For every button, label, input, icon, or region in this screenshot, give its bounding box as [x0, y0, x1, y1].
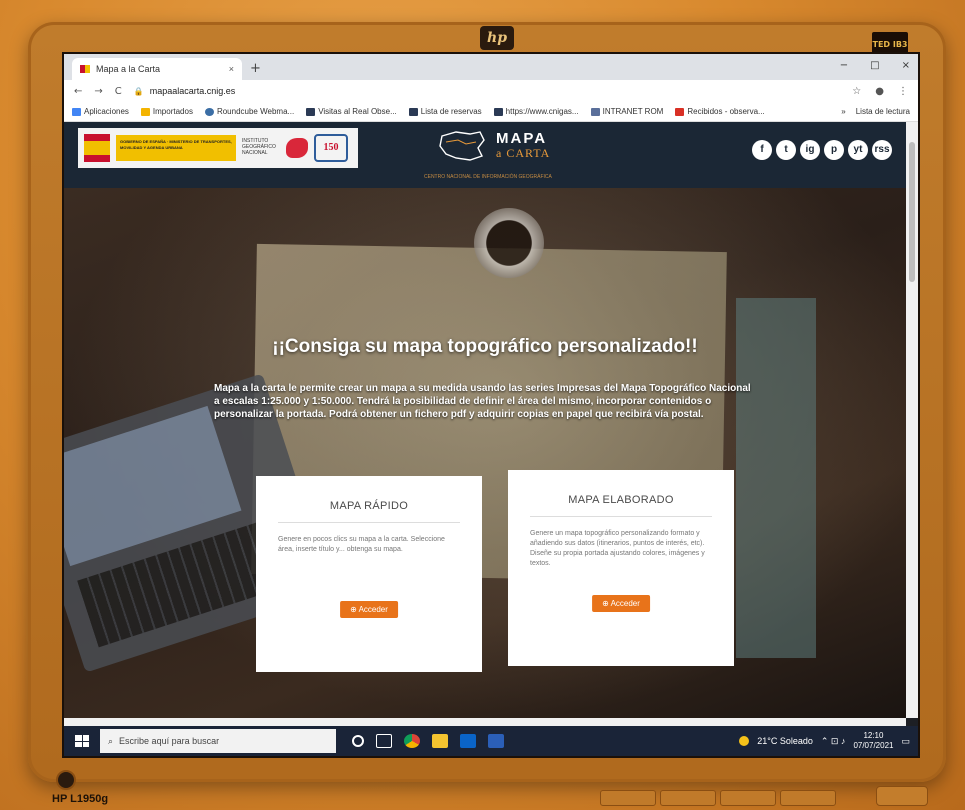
- bookmark-item[interactable]: INTRANET ROM: [590, 107, 663, 116]
- forward-button[interactable]: →: [94, 86, 102, 97]
- tab-bar: Mapa a la Carta × + − □ ×: [64, 54, 918, 80]
- hero-title: ¡¡Consiga su mapa topográfico personaliz…: [272, 336, 698, 357]
- close-window-button[interactable]: ×: [902, 60, 910, 71]
- screen: Mapa a la Carta × + − □ × ← → C 🔒 mapaal…: [62, 52, 920, 758]
- browser-tab[interactable]: Mapa a la Carta ×: [72, 58, 242, 80]
- lock-icon: 🔒: [133, 86, 144, 96]
- website: GOBIERNO DE ESPAÑA · MINISTERIO DE TRANS…: [64, 122, 906, 718]
- star-icon[interactable]: ☆: [852, 86, 861, 97]
- card-title: MAPA RÁPIDO: [329, 500, 409, 512]
- minimize-button[interactable]: −: [840, 60, 848, 71]
- profile-icon[interactable]: ●: [875, 86, 884, 97]
- tray-icons[interactable]: ⌃ ⊡ ♪: [821, 736, 846, 747]
- clock-time: 12:10: [863, 731, 884, 740]
- outlook-icon[interactable]: [460, 734, 476, 748]
- site-brand[interactable]: MAPA a CARTA: [436, 128, 550, 164]
- monitor-button[interactable]: [720, 790, 776, 806]
- hero-description: Mapa a la carta le permite crear un mapa…: [214, 383, 751, 420]
- monitor-button[interactable]: [780, 790, 836, 806]
- rss-icon[interactable]: rss: [872, 140, 892, 160]
- monitor-button[interactable]: [660, 790, 716, 806]
- brand-tagline: CENTRO NACIONAL DE INFORMACIÓN GEOGRÁFIC…: [424, 174, 552, 180]
- facebook-icon[interactable]: f: [752, 140, 772, 160]
- clock-date: 07/07/2021: [853, 741, 894, 750]
- youtube-icon[interactable]: yt: [848, 140, 868, 160]
- card-mapa-elaborado: MAPA ELABORADO Genere un mapa topográfic…: [508, 470, 734, 666]
- bookmarks-bar: Aplicaciones Importados Roundcube Webma.…: [64, 102, 918, 122]
- bookmarks-right: » Lista de lectura: [841, 107, 910, 116]
- url-text: mapaalacarta.cnig.es: [149, 86, 236, 96]
- spain-map-icon: [439, 131, 485, 161]
- site-header: GOBIERNO DE ESPAÑA · MINISTERIO DE TRANS…: [64, 122, 906, 188]
- brand-title: MAPA a CARTA: [496, 130, 551, 160]
- brand-subtitle: a CARTA: [496, 146, 551, 160]
- acceder-rapido-button[interactable]: ⊕ Acceder: [340, 601, 398, 618]
- cortana-icon[interactable]: [352, 735, 364, 747]
- address-bar: ← → C 🔒 mapaalacarta.cnig.es ☆ ● ⋮: [64, 80, 918, 102]
- spain-coat-icon: [84, 134, 110, 162]
- search-placeholder: Escribe aquí para buscar: [119, 736, 220, 746]
- maximize-button[interactable]: □: [870, 60, 879, 71]
- tab-close-icon[interactable]: ×: [229, 64, 234, 74]
- social-links: f t ig p yt rss: [752, 140, 892, 160]
- ministry-logo: GOBIERNO DE ESPAÑA · MINISTERIO DE TRANS…: [116, 135, 236, 161]
- taskbar: ⌕ Escribe aquí para buscar 21°C Soleado …: [64, 726, 918, 756]
- card-title: MAPA ELABORADO: [568, 494, 674, 506]
- system-tray: 21°C Soleado ⌃ ⊡ ♪ 12:10 07/07/2021 ▭: [739, 731, 918, 751]
- card-text: Genere un mapa topográfico personalizand…: [530, 530, 705, 567]
- card-text: Genere en pocos clics su mapa a la carta…: [278, 536, 445, 553]
- cnig-logo-icon: [286, 138, 308, 158]
- acceder-elaborado-button[interactable]: ⊕ Acceder: [592, 595, 650, 612]
- twitter-icon[interactable]: t: [776, 140, 796, 160]
- monitor-button[interactable]: [600, 790, 656, 806]
- more-bookmarks-button[interactable]: »: [841, 107, 845, 116]
- start-button[interactable]: [70, 732, 94, 750]
- bookmark-item[interactable]: Importados: [140, 107, 193, 116]
- word-icon[interactable]: [488, 734, 504, 748]
- tab-title: Mapa a la Carta: [96, 64, 161, 74]
- government-logos[interactable]: GOBIERNO DE ESPAÑA · MINISTERIO DE TRANS…: [78, 128, 358, 168]
- vertical-scrollbar[interactable]: [906, 122, 918, 718]
- menu-icon[interactable]: ⋮: [898, 86, 908, 97]
- task-view-icon[interactable]: [376, 734, 392, 748]
- bookmark-item[interactable]: Aplicaciones: [72, 107, 129, 116]
- reading-list-button[interactable]: Lista de lectura: [856, 107, 910, 116]
- reload-button[interactable]: C: [115, 86, 122, 97]
- search-icon: ⌕: [108, 735, 114, 746]
- url-field[interactable]: 🔒 mapaalacarta.cnig.es: [134, 86, 841, 96]
- monitor-model: HP L1950g: [52, 793, 109, 805]
- anniversary-logo: 150: [314, 134, 348, 162]
- hero-section: ¡¡Consiga su mapa topográfico personaliz…: [64, 188, 906, 718]
- taskbar-search[interactable]: ⌕ Escribe aquí para buscar: [100, 729, 336, 753]
- browser-actions: ☆ ● ⋮: [852, 86, 908, 97]
- power-button[interactable]: [876, 786, 928, 806]
- favicon-icon: [80, 65, 90, 73]
- weather-text[interactable]: 21°C Soleado: [757, 736, 813, 746]
- horizontal-scrollbar[interactable]: [64, 718, 906, 726]
- clock[interactable]: 12:10 07/07/2021: [853, 731, 893, 751]
- pinterest-icon[interactable]: p: [824, 140, 844, 160]
- sun-icon: [739, 736, 750, 746]
- hp-round-logo: [56, 770, 76, 790]
- ign-logo: INSTITUTO GEOGRÁFICO NACIONAL: [242, 138, 276, 156]
- file-explorer-icon[interactable]: [432, 734, 448, 748]
- monitor-buttons: [600, 790, 836, 806]
- back-button[interactable]: ←: [74, 86, 82, 97]
- hp-logo: hp: [480, 26, 514, 50]
- chrome-icon[interactable]: [404, 734, 420, 748]
- instagram-icon[interactable]: ig: [800, 140, 820, 160]
- card-mapa-rapido: MAPA RÁPIDO Genere en pocos clics su map…: [256, 476, 482, 672]
- bookmark-item[interactable]: Recibidos - observa...: [675, 107, 765, 116]
- bookmark-item[interactable]: Lista de reservas: [408, 107, 482, 116]
- new-tab-button[interactable]: +: [250, 61, 261, 76]
- bookmark-item[interactable]: https://www.cnigas...: [493, 107, 579, 116]
- taskbar-apps: [352, 734, 504, 748]
- notifications-icon[interactable]: ▭: [901, 736, 910, 747]
- hero-cup-photo: [474, 208, 544, 278]
- window-controls: − □ ×: [840, 60, 910, 71]
- bookmark-item[interactable]: Visitas al Real Obse...: [306, 107, 397, 116]
- bookmark-item[interactable]: Roundcube Webma...: [204, 107, 294, 116]
